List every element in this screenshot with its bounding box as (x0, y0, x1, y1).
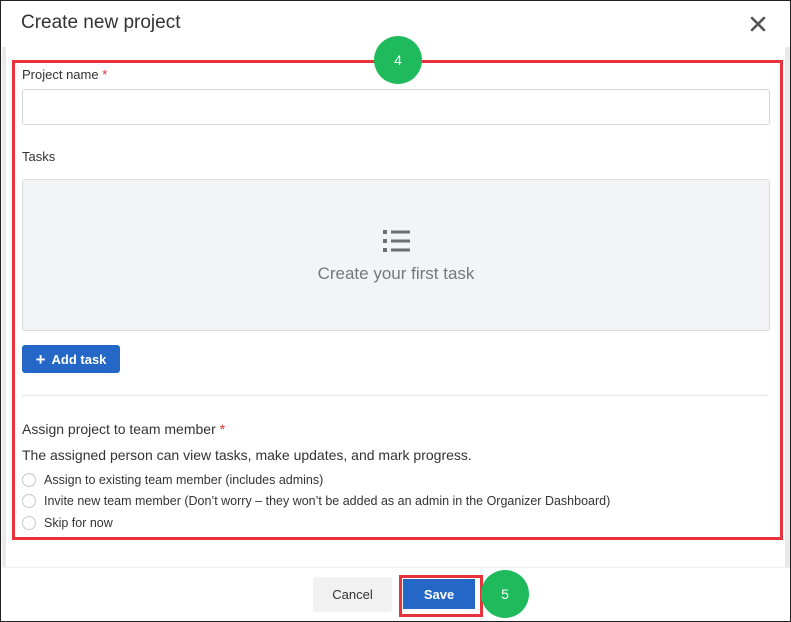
list-icon (382, 229, 412, 253)
tasks-empty-state[interactable]: Create your first task (22, 179, 770, 331)
dialog: Create new project 4 Project name * Task… (0, 0, 791, 622)
project-name-label: Project name * (22, 67, 107, 82)
assign-option-skip[interactable]: Skip for now (22, 516, 113, 530)
project-name-label-text: Project name (22, 67, 99, 82)
assign-option-label: Invite new team member (Don’t worry – th… (44, 494, 611, 508)
cancel-button[interactable]: Cancel (313, 577, 392, 612)
dialog-title: Create new project (21, 12, 181, 33)
plus-icon: + (35, 349, 46, 369)
radio-button[interactable] (22, 494, 36, 508)
step-badge-save: 5 (481, 570, 529, 618)
tasks-label: Tasks (22, 149, 56, 164)
section-divider (22, 395, 768, 396)
project-name-input[interactable] (22, 89, 770, 125)
assign-option-label: Skip for now (44, 516, 113, 530)
required-mark: * (102, 67, 108, 82)
footer-divider (2, 567, 790, 568)
add-task-label: Add task (51, 351, 107, 367)
assign-option-invite[interactable]: Invite new team member (Don’t worry – th… (22, 494, 610, 508)
save-button[interactable]: Save (403, 579, 475, 609)
assign-option-label: Assign to existing team member (includes… (44, 473, 324, 487)
close-icon[interactable] (747, 13, 769, 35)
tasks-empty-text: Create your first task (317, 264, 475, 283)
radio-button[interactable] (22, 516, 36, 530)
assign-description: The assigned person can view tasks, make… (22, 447, 472, 463)
assign-option-existing[interactable]: Assign to existing team member (includes… (22, 473, 323, 487)
assign-label-text: Assign project to team member (22, 421, 216, 437)
add-task-button[interactable]: + Add task (22, 345, 120, 373)
assign-label: Assign project to team member * (22, 421, 225, 437)
radio-button[interactable] (22, 473, 36, 487)
step-badge-form: 4 (374, 36, 422, 84)
required-mark: * (219, 421, 226, 437)
dialog-gutter-right (785, 47, 790, 567)
